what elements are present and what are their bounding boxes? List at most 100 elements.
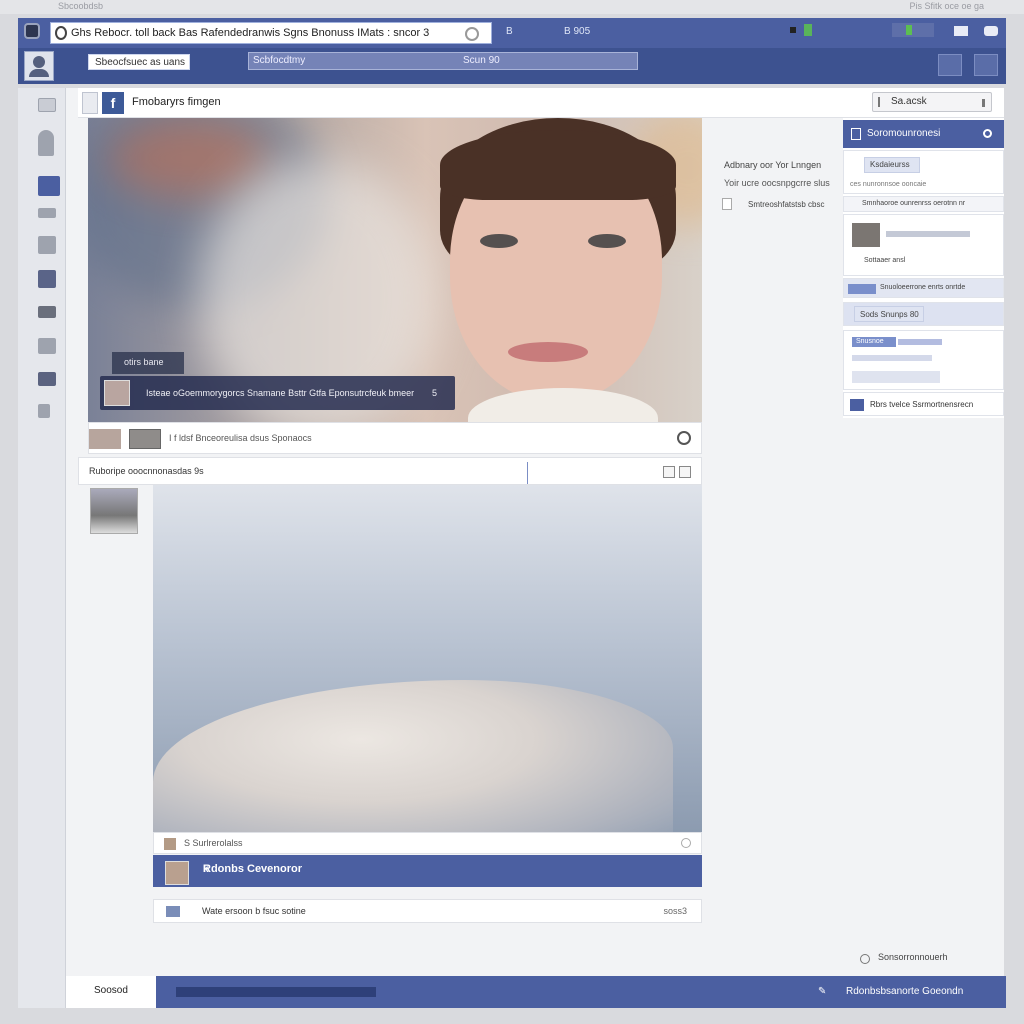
rail-home-icon[interactable] — [38, 98, 56, 112]
comment-icon — [166, 906, 180, 917]
sidebar-row-4-badge — [848, 284, 876, 294]
sidebar-row-5[interactable]: Sods Snunps 80 — [843, 302, 1004, 326]
footer-thumbnail-2[interactable] — [129, 429, 161, 449]
sidebar-row-1[interactable]: Ksdaieurss ces nunronnsoe ooncaie — [843, 150, 1004, 194]
comment-row[interactable]: Wate ersoon b fsuc sotine soss3 — [153, 899, 702, 923]
photo-meta-row: S Surlrerolalss — [153, 832, 702, 854]
sidebar-row-1-text: Ksdaieurss — [870, 160, 910, 169]
photo-tag-label[interactable]: otirs bane — [112, 352, 184, 374]
comment-text: Wate ersoon b fsuc sotine — [202, 906, 306, 916]
rail-more-icon[interactable] — [38, 404, 50, 418]
bottom-tab[interactable]: Soosod — [66, 976, 156, 1008]
sidebar-row-6-line-3 — [852, 371, 940, 383]
os-top-bar: Sbcoobdsb Pis Sfitk oce oe ga — [0, 0, 1024, 14]
sidebar-row-7[interactable]: Rbrs tvelce Ssrmortnensrecn — [843, 392, 1004, 416]
rail-games-icon[interactable] — [38, 338, 56, 354]
page-header: f Fmobaryrs fimgen Sa.acsk — [78, 88, 1004, 118]
sidebar-row-7-icon — [850, 399, 864, 411]
page-search-box[interactable]: Sa.acsk — [872, 92, 992, 112]
info-line-1: Adbnary oor Yor Lnngen — [724, 160, 822, 170]
bottom-input-field[interactable] — [176, 987, 376, 997]
reload-icon[interactable] — [465, 27, 479, 41]
bottom-right-text[interactable]: Rdonbsbsanorte Goeondn — [846, 986, 963, 997]
post-header-text: Ruboripe ooocnnonasdas 9s — [89, 466, 204, 476]
logo-f-icon: f — [102, 92, 124, 114]
nav-bar-right-text: Scun 90 — [463, 55, 500, 66]
toolbar-green-icon — [906, 25, 912, 35]
sidebar-row-2-text: Smnhaoroe ounrenrss oerotnn nr — [862, 200, 966, 207]
dot-icon — [790, 27, 796, 33]
left-icon-rail — [18, 88, 66, 1008]
bottom-chat-bar: Soosod ✎ Rdonbsbsanorte Goeondn — [66, 976, 1006, 1008]
address-bar-text: Ghs Rebocr. toll back Bas Rafendedranwis… — [71, 27, 430, 39]
green-status-icon — [804, 24, 812, 36]
edit-icon[interactable] — [663, 466, 675, 478]
search-dropdown-icon[interactable] — [982, 99, 985, 107]
edit-pencil-icon[interactable]: ✎ — [818, 986, 828, 997]
rail-person-icon[interactable] — [38, 130, 54, 156]
os-bar-right-text: Pis Sfitk oce oe ga — [909, 1, 984, 11]
sidebar-row-4[interactable]: Snuoloeerrone enrts onrtde — [843, 278, 1004, 298]
nav-menu-button[interactable] — [974, 54, 998, 76]
cloud-icon[interactable] — [984, 26, 998, 36]
post-footer-text: I f ldsf Bnceoreulisa dsus Sponaocs — [169, 433, 312, 443]
nav-search-text: Sbeocfsuec as uans — [95, 57, 186, 68]
sidebar-row-4-text: Snuoloeerrone enrts onrtde — [880, 284, 966, 291]
site-logo[interactable]: f — [82, 92, 124, 114]
tab-text-1[interactable]: B — [506, 26, 513, 37]
nav-bar-field[interactable]: Scbfocdtmy Scun 90 — [248, 52, 638, 70]
photo-caption-text: Isteae oGoemmorygorcs Snamane Bsttr Gtfa… — [146, 388, 415, 398]
page-title: Fmobaryrs fimgen — [132, 96, 221, 108]
header-divider — [527, 462, 528, 484]
author-bar[interactable]: Rdonbs Cevenoror k — [153, 855, 702, 887]
photo-eye-right — [588, 234, 626, 248]
photo-meta-text: S Surlrerolalss — [184, 838, 243, 848]
post-photo-landscape[interactable] — [153, 485, 702, 832]
rail-messages-icon[interactable] — [38, 208, 56, 218]
post-footer: I f ldsf Bnceoreulisa dsus Sponaocs — [88, 422, 702, 454]
photo-caption-bar: Isteae oGoemmorygorcs Snamane Bsttr Gtfa… — [100, 376, 455, 410]
info-line-2: Yoir ucre oocsnpgcrre slus — [724, 178, 830, 188]
caption-count: 5 — [432, 388, 438, 398]
search-cursor-icon — [878, 97, 880, 107]
address-bar[interactable]: Ghs Rebocr. toll back Bas Rafendedranwis… — [50, 22, 492, 44]
tab-text-2[interactable]: B 905 — [564, 26, 590, 37]
info-checkbox[interactable] — [722, 198, 732, 210]
rail-photos-icon[interactable] — [38, 306, 56, 318]
footer-thumbnail-1[interactable] — [89, 429, 121, 449]
browser-logo-icon[interactable] — [24, 23, 40, 39]
lock-icon[interactable] — [954, 26, 968, 36]
author-close-button[interactable]: k — [203, 864, 688, 875]
comment-count: soss3 — [663, 906, 687, 916]
right-sidebar: Soromounronesi Ksdaieurss ces nunronnsoe… — [843, 118, 1004, 418]
rail-groups-icon[interactable] — [38, 270, 56, 288]
meta-info-icon[interactable] — [681, 838, 691, 848]
post-author-avatar[interactable] — [90, 488, 138, 534]
photo-lips — [508, 342, 588, 362]
share-icon[interactable] — [677, 431, 691, 445]
browser-chrome: Ghs Rebocr. toll back Bas Rafendedranwis… — [18, 18, 1006, 84]
avatar-body-icon — [29, 69, 49, 77]
sidebar-row-3-text: Sottaaer ansl — [864, 257, 906, 264]
nav-search-input[interactable]: Sbeocfsuec as uans — [88, 54, 190, 70]
toolbar-button[interactable] — [892, 23, 934, 37]
sidebar-row-3[interactable]: Sottaaer ansl — [843, 214, 1004, 276]
footer-link[interactable]: Sonsorronnouerh — [878, 952, 948, 962]
sidebar-settings-icon[interactable] — [983, 129, 992, 138]
profile-avatar[interactable] — [24, 51, 54, 81]
rail-friends-icon[interactable] — [38, 372, 56, 386]
rail-events-icon[interactable] — [38, 236, 56, 254]
close-icon[interactable] — [679, 466, 691, 478]
photo-tag-text: otirs bane — [124, 357, 164, 367]
sidebar-row-6[interactable]: Snusnoe — [843, 330, 1004, 390]
sidebar-row-2[interactable]: Smnhaoroe ounrenrss oerotnn nr — [843, 196, 1004, 212]
nav-settings-button[interactable] — [938, 54, 962, 76]
sidebar-header[interactable]: Soromounronesi — [843, 120, 1004, 148]
avatar-head-icon — [33, 56, 45, 68]
os-bar-left-text: Sbcoobdsb — [58, 1, 104, 11]
info-line-3[interactable]: Smtreoshfatstsb cbsc — [748, 200, 824, 209]
site-info-icon[interactable] — [55, 26, 67, 40]
rail-news-icon[interactable] — [38, 176, 60, 196]
caption-thumbnail[interactable] — [104, 380, 130, 406]
page-search-text: Sa.acsk — [891, 96, 927, 107]
